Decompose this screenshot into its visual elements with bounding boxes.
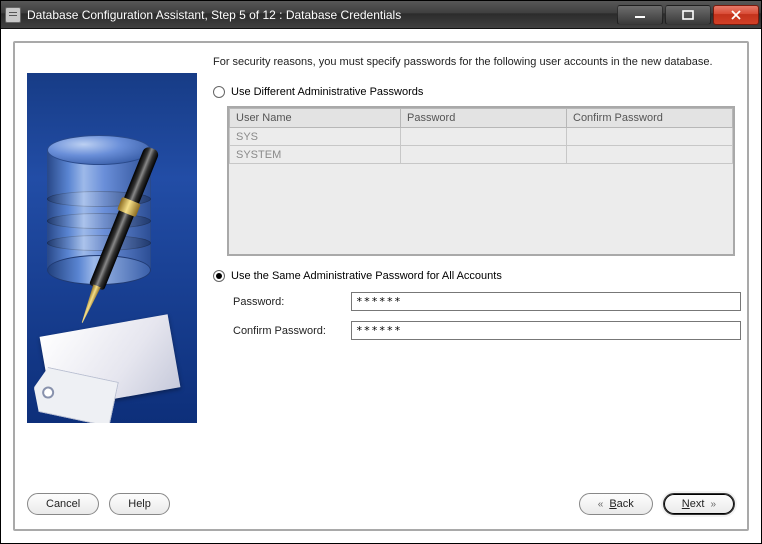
cell-user: SYS bbox=[230, 128, 401, 146]
help-label: Help bbox=[128, 498, 151, 510]
footer: Cancel Help « Back Next » bbox=[25, 479, 737, 519]
credentials-table: User Name Password Confirm Password SYS bbox=[227, 106, 735, 256]
col-confirm: Confirm Password bbox=[567, 109, 733, 128]
app-window: Database Configuration Assistant, Step 5… bbox=[0, 0, 762, 544]
radio-icon bbox=[213, 86, 225, 98]
cell-confirm[interactable] bbox=[567, 128, 733, 146]
col-user: User Name bbox=[230, 109, 401, 128]
minimize-button[interactable] bbox=[617, 5, 663, 25]
form-area: For security reasons, you must specify p… bbox=[213, 51, 741, 479]
confirm-password-row: Confirm Password: ****** bbox=[233, 321, 741, 340]
side-illustration bbox=[27, 73, 197, 423]
window-title: Database Configuration Assistant, Step 5… bbox=[27, 8, 615, 22]
cell-password[interactable] bbox=[401, 128, 567, 146]
password-label: Password: bbox=[233, 296, 351, 308]
radio-icon bbox=[213, 270, 225, 282]
cell-password[interactable] bbox=[401, 146, 567, 164]
close-button[interactable] bbox=[713, 5, 759, 25]
content-wrap: For security reasons, you must specify p… bbox=[1, 29, 761, 543]
next-label-rest: ext bbox=[690, 498, 705, 510]
cell-user: SYSTEM bbox=[230, 146, 401, 164]
table-header-row: User Name Password Confirm Password bbox=[230, 109, 733, 128]
title-bar: Database Configuration Assistant, Step 5… bbox=[1, 1, 761, 29]
option-same-label: Use the Same Administrative Password for… bbox=[231, 270, 502, 282]
option-different-label: Use Different Administrative Passwords bbox=[231, 86, 423, 98]
option-same-password[interactable]: Use the Same Administrative Password for… bbox=[213, 270, 741, 282]
maximize-icon bbox=[682, 10, 694, 20]
next-label-accel: N bbox=[682, 498, 690, 510]
window-controls bbox=[615, 5, 759, 25]
cell-confirm[interactable] bbox=[567, 146, 733, 164]
chevron-right-icon: » bbox=[710, 499, 716, 510]
table-row[interactable]: SYSTEM bbox=[230, 146, 733, 164]
cancel-label: Cancel bbox=[46, 498, 80, 510]
minimize-icon bbox=[634, 10, 646, 20]
main-area: For security reasons, you must specify p… bbox=[25, 51, 737, 479]
wizard-panel: For security reasons, you must specify p… bbox=[13, 41, 749, 531]
app-icon bbox=[5, 7, 21, 23]
confirm-password-label: Confirm Password: bbox=[233, 325, 351, 337]
back-label-rest: ack bbox=[617, 498, 634, 510]
option-different-passwords[interactable]: Use Different Administrative Passwords bbox=[213, 86, 741, 98]
help-button[interactable]: Help bbox=[109, 493, 170, 515]
table-row[interactable]: SYS bbox=[230, 128, 733, 146]
col-password: Password bbox=[401, 109, 567, 128]
password-row: Password: ****** bbox=[233, 292, 741, 311]
confirm-password-input[interactable]: ****** bbox=[351, 321, 741, 340]
back-button[interactable]: « Back bbox=[579, 493, 653, 515]
intro-text: For security reasons, you must specify p… bbox=[213, 55, 741, 70]
password-input[interactable]: ****** bbox=[351, 292, 741, 311]
next-button[interactable]: Next » bbox=[663, 493, 735, 515]
cancel-button[interactable]: Cancel bbox=[27, 493, 99, 515]
close-icon bbox=[730, 10, 742, 20]
chevron-left-icon: « bbox=[598, 499, 604, 510]
back-label-accel: B bbox=[609, 498, 616, 510]
maximize-button[interactable] bbox=[665, 5, 711, 25]
